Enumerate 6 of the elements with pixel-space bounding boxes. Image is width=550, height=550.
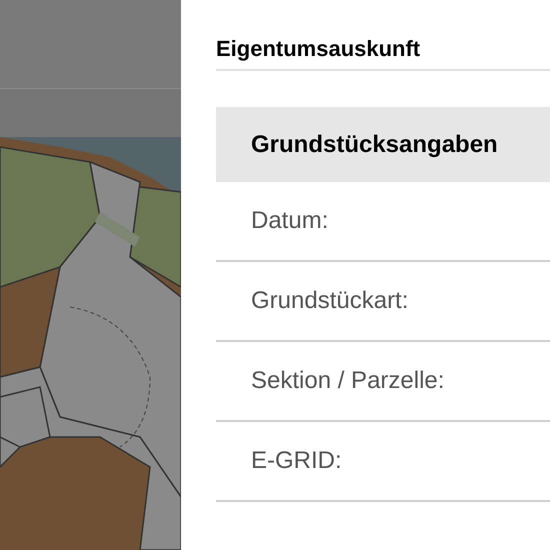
field-label: Sektion / Parzelle: xyxy=(251,367,444,395)
panel-title: Eigentumsauskunft xyxy=(216,0,550,71)
field-label: Grundstückart: xyxy=(251,287,408,315)
section-title: Grundstücksangaben xyxy=(251,130,498,158)
field-label: E-GRID: xyxy=(251,447,342,475)
field-label: Datum: xyxy=(251,207,328,235)
